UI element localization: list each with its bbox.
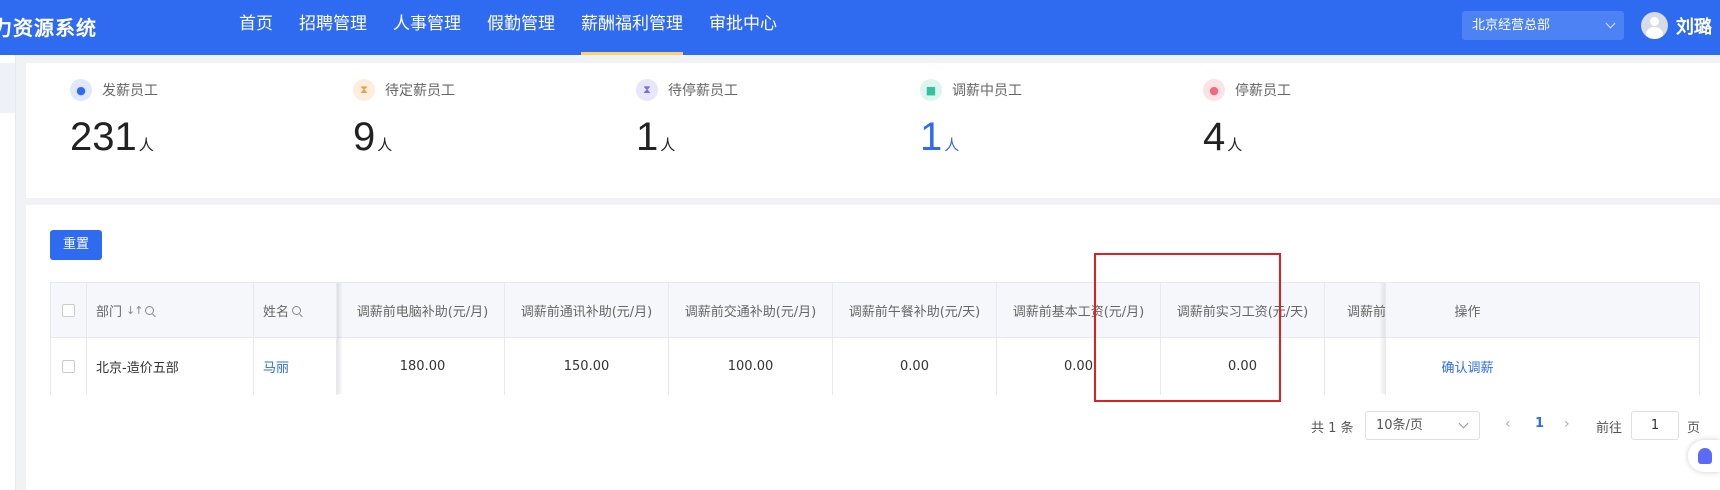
wallet-icon: ● bbox=[70, 79, 92, 101]
stats-panel: ● 发薪员工 231 人 ⧗ 待定薪员工 9人 ⧗ 待停薪员工 1人 ■ 调薪中员… bbox=[26, 63, 1720, 198]
cell-base: 0.00 bbox=[997, 338, 1161, 395]
stat-value: 1人 bbox=[920, 115, 960, 159]
chevron-down-icon bbox=[1605, 18, 1616, 29]
app-title: 力资源系统 bbox=[0, 16, 97, 40]
stat-value: 231 人 bbox=[70, 115, 154, 159]
pagination-total: 共 1 条 bbox=[1311, 421, 1354, 436]
col-header-intern[interactable]: 调薪前实习工资(元/天) bbox=[1161, 283, 1325, 337]
stat-value: 1人 bbox=[636, 115, 676, 159]
select-all-checkbox[interactable] bbox=[62, 303, 75, 317]
cell-dept: 北京-造价五部 bbox=[87, 338, 254, 395]
page-suffix-label: 页 bbox=[1687, 421, 1701, 436]
nav-item-recruitment[interactable]: 招聘管理 bbox=[286, 0, 380, 55]
stat-label: 停薪员工 bbox=[1235, 83, 1291, 99]
col-header-telecom[interactable]: 调薪前通讯补助(元/月) bbox=[505, 283, 669, 337]
sort-icon[interactable]: ↓↑ bbox=[126, 304, 143, 317]
prev-page-icon[interactable]: ‹ bbox=[1505, 416, 1511, 432]
stat-value: 4人 bbox=[1203, 115, 1243, 159]
stat-label: 待停薪员工 bbox=[668, 83, 738, 99]
cell-action: 确认调薪 bbox=[1385, 338, 1549, 395]
fixed-column-shadow bbox=[337, 283, 343, 394]
table-row[interactable]: 北京-造价五部 马丽 180.00 150.00 100.00 0.00 0.0… bbox=[51, 338, 1699, 395]
page-size-value: 10条/页 bbox=[1376, 418, 1423, 433]
adjust-icon: ■ bbox=[920, 79, 942, 101]
cell-more bbox=[1325, 338, 1385, 395]
hourglass-icon: ⧗ bbox=[353, 79, 375, 101]
col-header-lunch[interactable]: 调薪前午餐补助(元/天) bbox=[833, 283, 997, 337]
avatar[interactable] bbox=[1641, 12, 1668, 39]
reset-button[interactable]: 重置 bbox=[50, 230, 102, 260]
cell-name: 马丽 bbox=[254, 338, 337, 395]
col-header-base[interactable]: 调薪前基本工资(元/月) bbox=[997, 283, 1161, 337]
stat-label: 发薪员工 bbox=[102, 83, 158, 99]
stat-value: 9人 bbox=[353, 115, 393, 159]
col-header-action: 操作 bbox=[1385, 283, 1549, 337]
cell-intern: 0.00 bbox=[1161, 338, 1325, 395]
avatar-head-shape bbox=[1650, 17, 1659, 26]
org-select[interactable]: 北京经营总部 bbox=[1462, 11, 1624, 40]
col-header-computer[interactable]: 调薪前电脑补助(元/月) bbox=[341, 283, 505, 337]
nav-item-personnel[interactable]: 人事管理 bbox=[380, 0, 474, 55]
assistant-icon bbox=[1698, 448, 1712, 464]
nav-item-home[interactable]: 首页 bbox=[226, 0, 286, 55]
col-header-name[interactable]: 姓名 bbox=[254, 283, 337, 337]
cell-lunch: 0.00 bbox=[833, 338, 997, 395]
confirm-adjust-link[interactable]: 确认调薪 bbox=[1441, 357, 1493, 376]
user-name[interactable]: 刘璐 bbox=[1676, 13, 1712, 39]
table-header: 部门 ↓↑ 姓名 调薪前电脑补助(元/月) 调薪前通讯补助(元/月) 调薪前交通补… bbox=[51, 283, 1699, 338]
salary-table: 部门 ↓↑ 姓名 调薪前电脑补助(元/月) 调薪前通讯补助(元/月) 调薪前交通补… bbox=[50, 282, 1700, 395]
col-header-transport[interactable]: 调薪前交通补助(元/月) bbox=[669, 283, 833, 337]
cell-telecom: 150.00 bbox=[505, 338, 669, 395]
side-menu-edge bbox=[0, 55, 16, 490]
nav-item-approval[interactable]: 审批中心 bbox=[696, 0, 790, 55]
employee-name-link[interactable]: 马丽 bbox=[263, 357, 289, 376]
page-size-select[interactable]: 10条/页 bbox=[1365, 411, 1480, 440]
col-header-more[interactable]: 调薪前 bbox=[1325, 283, 1385, 337]
row-select-cell bbox=[51, 338, 87, 395]
nav-item-payroll[interactable]: 薪酬福利管理 bbox=[568, 0, 696, 55]
org-select-value: 北京经营总部 bbox=[1472, 18, 1551, 33]
cell-transport: 100.00 bbox=[669, 338, 833, 395]
row-checkbox[interactable] bbox=[62, 360, 75, 373]
avatar-body-shape bbox=[1646, 27, 1663, 39]
nav-item-attendance[interactable]: 假勤管理 bbox=[474, 0, 568, 55]
assistant-float-button[interactable] bbox=[1688, 440, 1720, 472]
cell-computer: 180.00 bbox=[341, 338, 505, 395]
stop-icon: ● bbox=[1203, 79, 1225, 101]
top-navbar: 力资源系统 首页 招聘管理 人事管理 假勤管理 薪酬福利管理 审批中心 北京经营… bbox=[0, 0, 1720, 55]
next-page-icon[interactable]: › bbox=[1564, 416, 1570, 432]
stat-label: 待定薪员工 bbox=[385, 83, 455, 99]
hourglass-icon: ⧗ bbox=[636, 79, 658, 101]
goto-page-input[interactable]: 1 bbox=[1631, 411, 1679, 440]
search-icon[interactable] bbox=[145, 305, 155, 315]
stat-label: 调薪中员工 bbox=[952, 83, 1022, 99]
search-icon[interactable] bbox=[292, 305, 302, 315]
main-nav: 首页 招聘管理 人事管理 假勤管理 薪酬福利管理 审批中心 bbox=[226, 0, 790, 55]
goto-label: 前往 bbox=[1596, 421, 1623, 436]
chevron-down-icon bbox=[1458, 418, 1469, 429]
select-all-cell bbox=[51, 283, 87, 337]
side-menu-selected-item[interactable] bbox=[0, 63, 15, 113]
fixed-column-shadow bbox=[1379, 283, 1385, 394]
page-number[interactable]: 1 bbox=[1535, 416, 1544, 431]
col-header-dept[interactable]: 部门 ↓↑ bbox=[87, 283, 254, 337]
table-card: 重置 部门 ↓↑ 姓名 调薪前电脑补助(元/月) 调薪前通讯补助(元/月) 调薪前… bbox=[26, 205, 1720, 490]
